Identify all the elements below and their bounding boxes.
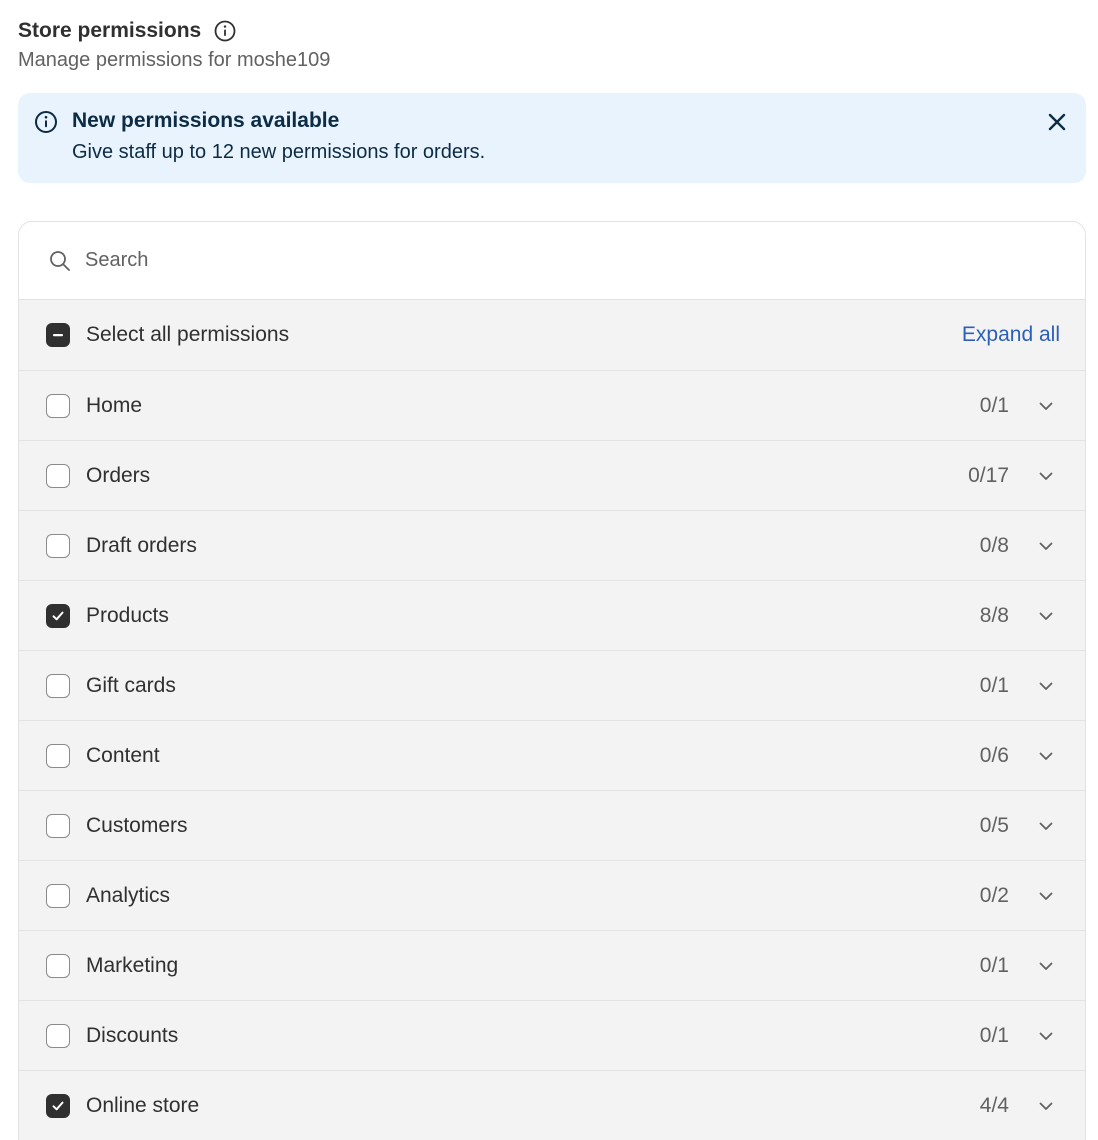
permission-count: 0/1 (979, 673, 1009, 697)
permission-row[interactable]: Home 0/1 (19, 371, 1085, 441)
checkmark-icon (52, 611, 64, 620)
permission-label: Customers (86, 813, 188, 837)
select-all-row: Select all permissions Expand all (19, 300, 1085, 371)
permission-row[interactable]: Marketing 0/1 (19, 931, 1085, 1001)
banner-title: New permissions available (72, 109, 340, 132)
page-header: Store permissions Manage permissions for… (18, 16, 330, 72)
permission-row[interactable]: Online store 4/4 (19, 1071, 1085, 1140)
chevron-down-icon[interactable] (1035, 1095, 1057, 1117)
chevron-down-icon[interactable] (1035, 955, 1057, 977)
permission-checkbox[interactable] (46, 1023, 70, 1048)
permission-row[interactable]: Draft orders 0/8 (19, 511, 1085, 581)
permission-row[interactable]: Discounts 0/1 (19, 1001, 1085, 1071)
permissions-card: Select all permissions Expand all Home 0/… (18, 221, 1086, 1140)
chevron-down-icon[interactable] (1035, 535, 1057, 557)
permission-label: Analytics (86, 883, 171, 907)
permission-checkbox[interactable] (46, 393, 70, 418)
permission-row[interactable]: Gift cards 0/1 (19, 651, 1085, 721)
permission-checkbox[interactable] (46, 533, 70, 558)
permission-checkbox[interactable] (46, 463, 70, 488)
permission-count: 0/1 (979, 393, 1009, 417)
checkmark-icon (52, 1101, 64, 1110)
chevron-down-icon[interactable] (1035, 395, 1057, 417)
permission-count: 0/2 (979, 883, 1009, 907)
permission-count: 0/8 (979, 533, 1009, 557)
close-icon[interactable] (1044, 109, 1070, 135)
select-all-label: Select all permissions (86, 323, 290, 346)
chevron-down-icon[interactable] (1035, 465, 1057, 487)
permission-label: Gift cards (86, 673, 176, 697)
info-icon (34, 110, 58, 139)
expand-all-link[interactable]: Expand all (962, 323, 1060, 347)
permission-row[interactable]: Orders 0/17 (19, 441, 1085, 511)
permission-row[interactable]: Content 0/6 (19, 721, 1085, 791)
minus-icon (53, 334, 63, 337)
permission-label: Home (86, 393, 143, 417)
info-icon[interactable] (213, 19, 237, 43)
page-subtitle: Manage permissions for moshe109 (18, 49, 331, 71)
permission-checkbox[interactable] (46, 813, 70, 838)
new-permissions-banner: New permissions available Give staff up … (18, 93, 1086, 183)
chevron-down-icon[interactable] (1035, 605, 1057, 627)
chevron-down-icon[interactable] (1035, 675, 1057, 697)
permission-checkbox[interactable] (46, 953, 70, 978)
permission-row[interactable]: Customers 0/5 (19, 791, 1085, 861)
permission-label: Online store (86, 1093, 200, 1117)
chevron-down-icon[interactable] (1035, 885, 1057, 907)
permission-label: Products (86, 603, 169, 627)
permission-checkbox[interactable] (46, 883, 70, 908)
select-all-checkbox[interactable] (46, 323, 70, 347)
permission-count: 0/1 (979, 1023, 1009, 1047)
permission-checkbox[interactable] (46, 603, 70, 628)
permission-label: Draft orders (86, 533, 197, 557)
search-icon (49, 250, 71, 272)
permission-count: 4/4 (979, 1093, 1009, 1117)
permission-count: 0/1 (979, 953, 1009, 977)
permission-checkbox[interactable] (46, 743, 70, 768)
search-input[interactable] (83, 248, 987, 273)
chevron-down-icon[interactable] (1035, 815, 1057, 837)
permission-checkbox[interactable] (46, 1093, 70, 1118)
chevron-down-icon[interactable] (1035, 1025, 1057, 1047)
permission-label: Orders (86, 463, 151, 487)
search-bar (19, 222, 1085, 300)
permission-count: 0/6 (979, 743, 1009, 767)
permission-label: Marketing (86, 953, 179, 977)
page-title: Store permissions (18, 19, 202, 42)
permission-count: 0/5 (979, 813, 1009, 837)
banner-text: Give staff up to 12 new permissions for … (72, 141, 486, 163)
permission-row[interactable]: Products 8/8 (19, 581, 1085, 651)
permission-list: Home 0/1 Orders 0/17 Draft orders 0/8 Products… (19, 371, 1085, 1140)
permission-count: 8/8 (979, 603, 1009, 627)
permission-count: 0/17 (968, 463, 1009, 487)
title-row: Store permissions (18, 16, 330, 46)
permission-checkbox[interactable] (46, 673, 70, 698)
permission-row[interactable]: Analytics 0/2 (19, 861, 1085, 931)
permission-label: Content (86, 743, 160, 767)
permission-label: Discounts (86, 1023, 179, 1047)
store-permissions-page: Store permissions Manage permissions for… (0, 0, 1098, 1140)
chevron-down-icon[interactable] (1035, 745, 1057, 767)
